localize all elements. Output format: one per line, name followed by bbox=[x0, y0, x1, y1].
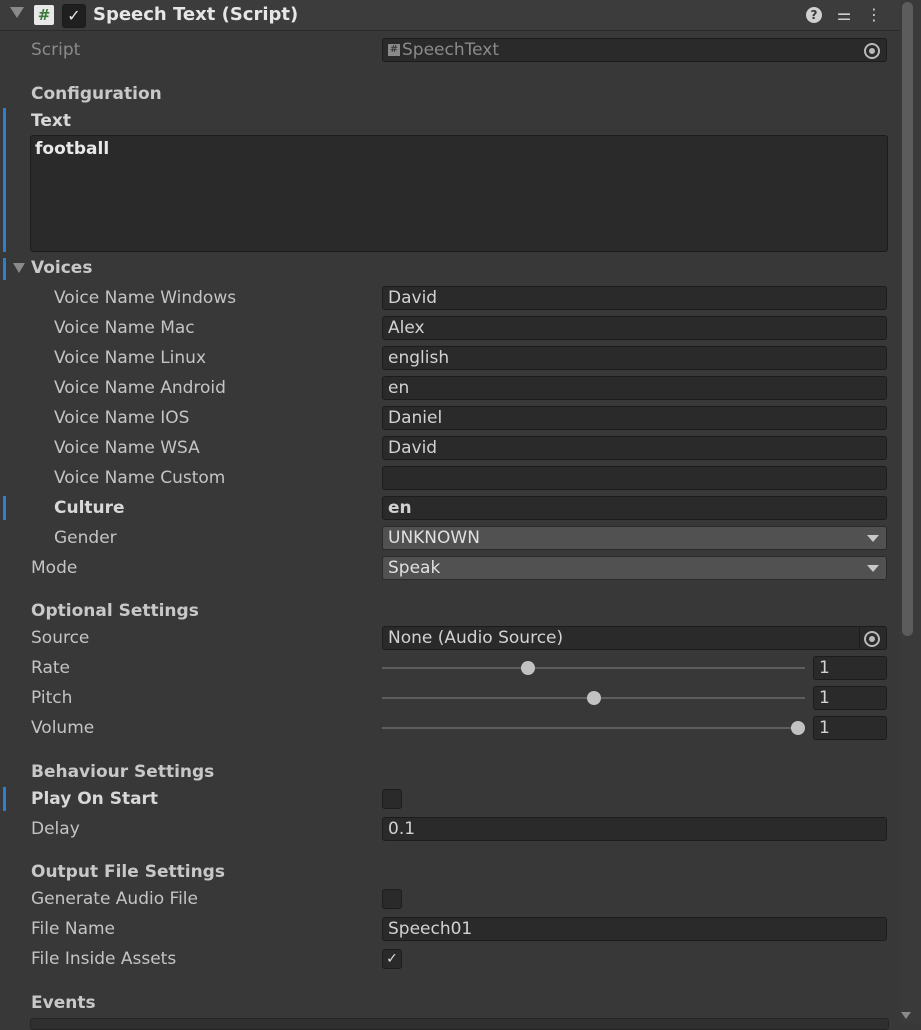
modified-indicator bbox=[3, 258, 6, 280]
optional-settings-heading: Optional Settings bbox=[31, 601, 199, 621]
voice-windows-label: Voice Name Windows bbox=[54, 288, 237, 308]
play-on-start-label: Play On Start bbox=[31, 789, 159, 809]
chevron-down-icon bbox=[867, 565, 879, 572]
voices-foldout-arrow-icon[interactable] bbox=[13, 263, 25, 273]
play-on-start-checkbox[interactable] bbox=[382, 789, 402, 809]
modified-indicator bbox=[3, 787, 6, 811]
rate-slider-thumb[interactable] bbox=[521, 661, 536, 675]
modified-indicator bbox=[3, 108, 6, 252]
rate-input[interactable]: 1 bbox=[813, 656, 887, 680]
behaviour-settings-heading: Behaviour Settings bbox=[31, 762, 215, 782]
generate-audio-file-checkbox[interactable] bbox=[382, 889, 402, 909]
text-label: Text bbox=[31, 111, 71, 131]
voice-mac-label: Voice Name Mac bbox=[54, 318, 195, 338]
pitch-slider-thumb[interactable] bbox=[586, 691, 601, 705]
gender-value: UNKNOWN bbox=[388, 528, 480, 548]
component-header: # ✓ Speech Text (Script) ? ⚌ ⋮ bbox=[0, 0, 900, 31]
script-value: SpeechText bbox=[402, 40, 500, 60]
script-field[interactable]: # SpeechText bbox=[382, 38, 887, 62]
text-area[interactable]: football bbox=[30, 135, 888, 252]
scroll-down-arrow-icon[interactable] bbox=[901, 1012, 911, 1019]
source-field[interactable]: None (Audio Source) bbox=[382, 626, 887, 650]
gender-label: Gender bbox=[54, 528, 117, 548]
voice-android-input[interactable]: en bbox=[382, 376, 887, 400]
pitch-input[interactable]: 1 bbox=[813, 686, 887, 710]
source-label: Source bbox=[31, 628, 90, 648]
mode-value: Speak bbox=[388, 558, 441, 578]
volume-input[interactable]: 1 bbox=[813, 716, 887, 740]
script-file-icon: # bbox=[388, 44, 400, 56]
modified-indicator bbox=[3, 496, 6, 520]
volume-label: Volume bbox=[31, 718, 95, 738]
foldout-arrow-icon[interactable] bbox=[10, 7, 24, 18]
volume-slider-thumb[interactable] bbox=[791, 721, 805, 735]
culture-input[interactable]: en bbox=[382, 496, 887, 520]
presets-icon[interactable]: ⚌ bbox=[834, 5, 854, 25]
voice-custom-input[interactable] bbox=[382, 466, 887, 490]
volume-slider-track[interactable] bbox=[382, 727, 805, 729]
scrollbar-thumb[interactable] bbox=[902, 2, 913, 636]
voices-heading[interactable]: Voices bbox=[31, 258, 92, 278]
checkmark-icon: ✓ bbox=[386, 951, 398, 967]
script-icon: # bbox=[34, 5, 54, 25]
voice-windows-input[interactable]: David bbox=[382, 286, 887, 310]
component-enabled-checkbox[interactable]: ✓ bbox=[62, 4, 86, 28]
object-picker-icon[interactable] bbox=[864, 631, 880, 647]
voice-wsa-input[interactable]: David bbox=[382, 436, 887, 460]
delay-label: Delay bbox=[31, 819, 80, 839]
delay-input[interactable]: 0.1 bbox=[382, 817, 887, 841]
script-label: Script bbox=[31, 40, 81, 60]
culture-label: Culture bbox=[54, 498, 125, 518]
voice-ios-label: Voice Name IOS bbox=[54, 408, 190, 428]
pitch-label: Pitch bbox=[31, 688, 73, 708]
mode-label: Mode bbox=[31, 558, 78, 578]
voice-ios-input[interactable]: Daniel bbox=[382, 406, 887, 430]
file-name-input[interactable]: Speech01 bbox=[382, 917, 887, 941]
component-title: Speech Text (Script) bbox=[93, 4, 299, 25]
voice-wsa-label: Voice Name WSA bbox=[54, 438, 200, 458]
events-heading: Events bbox=[31, 993, 96, 1013]
mode-dropdown[interactable]: Speak bbox=[382, 556, 887, 580]
source-value: None (Audio Source) bbox=[388, 628, 564, 648]
voice-mac-input[interactable]: Alex bbox=[382, 316, 887, 340]
file-inside-assets-label: File Inside Assets bbox=[31, 949, 177, 969]
generate-audio-file-label: Generate Audio File bbox=[31, 889, 198, 909]
voice-linux-label: Voice Name Linux bbox=[54, 348, 207, 368]
voice-linux-input[interactable]: english bbox=[382, 346, 887, 370]
rate-slider-track[interactable] bbox=[382, 667, 805, 669]
output-file-settings-heading: Output File Settings bbox=[31, 862, 225, 882]
gender-dropdown[interactable]: UNKNOWN bbox=[382, 526, 887, 550]
voice-custom-label: Voice Name Custom bbox=[54, 468, 226, 488]
object-picker-icon[interactable] bbox=[864, 43, 880, 59]
file-name-label: File Name bbox=[31, 919, 116, 939]
help-icon[interactable]: ? bbox=[806, 7, 822, 23]
chevron-down-icon bbox=[867, 535, 879, 542]
rate-label: Rate bbox=[31, 658, 70, 678]
context-menu-icon[interactable]: ⋮ bbox=[864, 5, 884, 25]
configuration-heading: Configuration bbox=[31, 84, 162, 104]
events-list[interactable] bbox=[30, 1018, 889, 1030]
file-inside-assets-checkbox[interactable]: ✓ bbox=[382, 949, 402, 969]
voice-android-label: Voice Name Android bbox=[54, 378, 226, 398]
